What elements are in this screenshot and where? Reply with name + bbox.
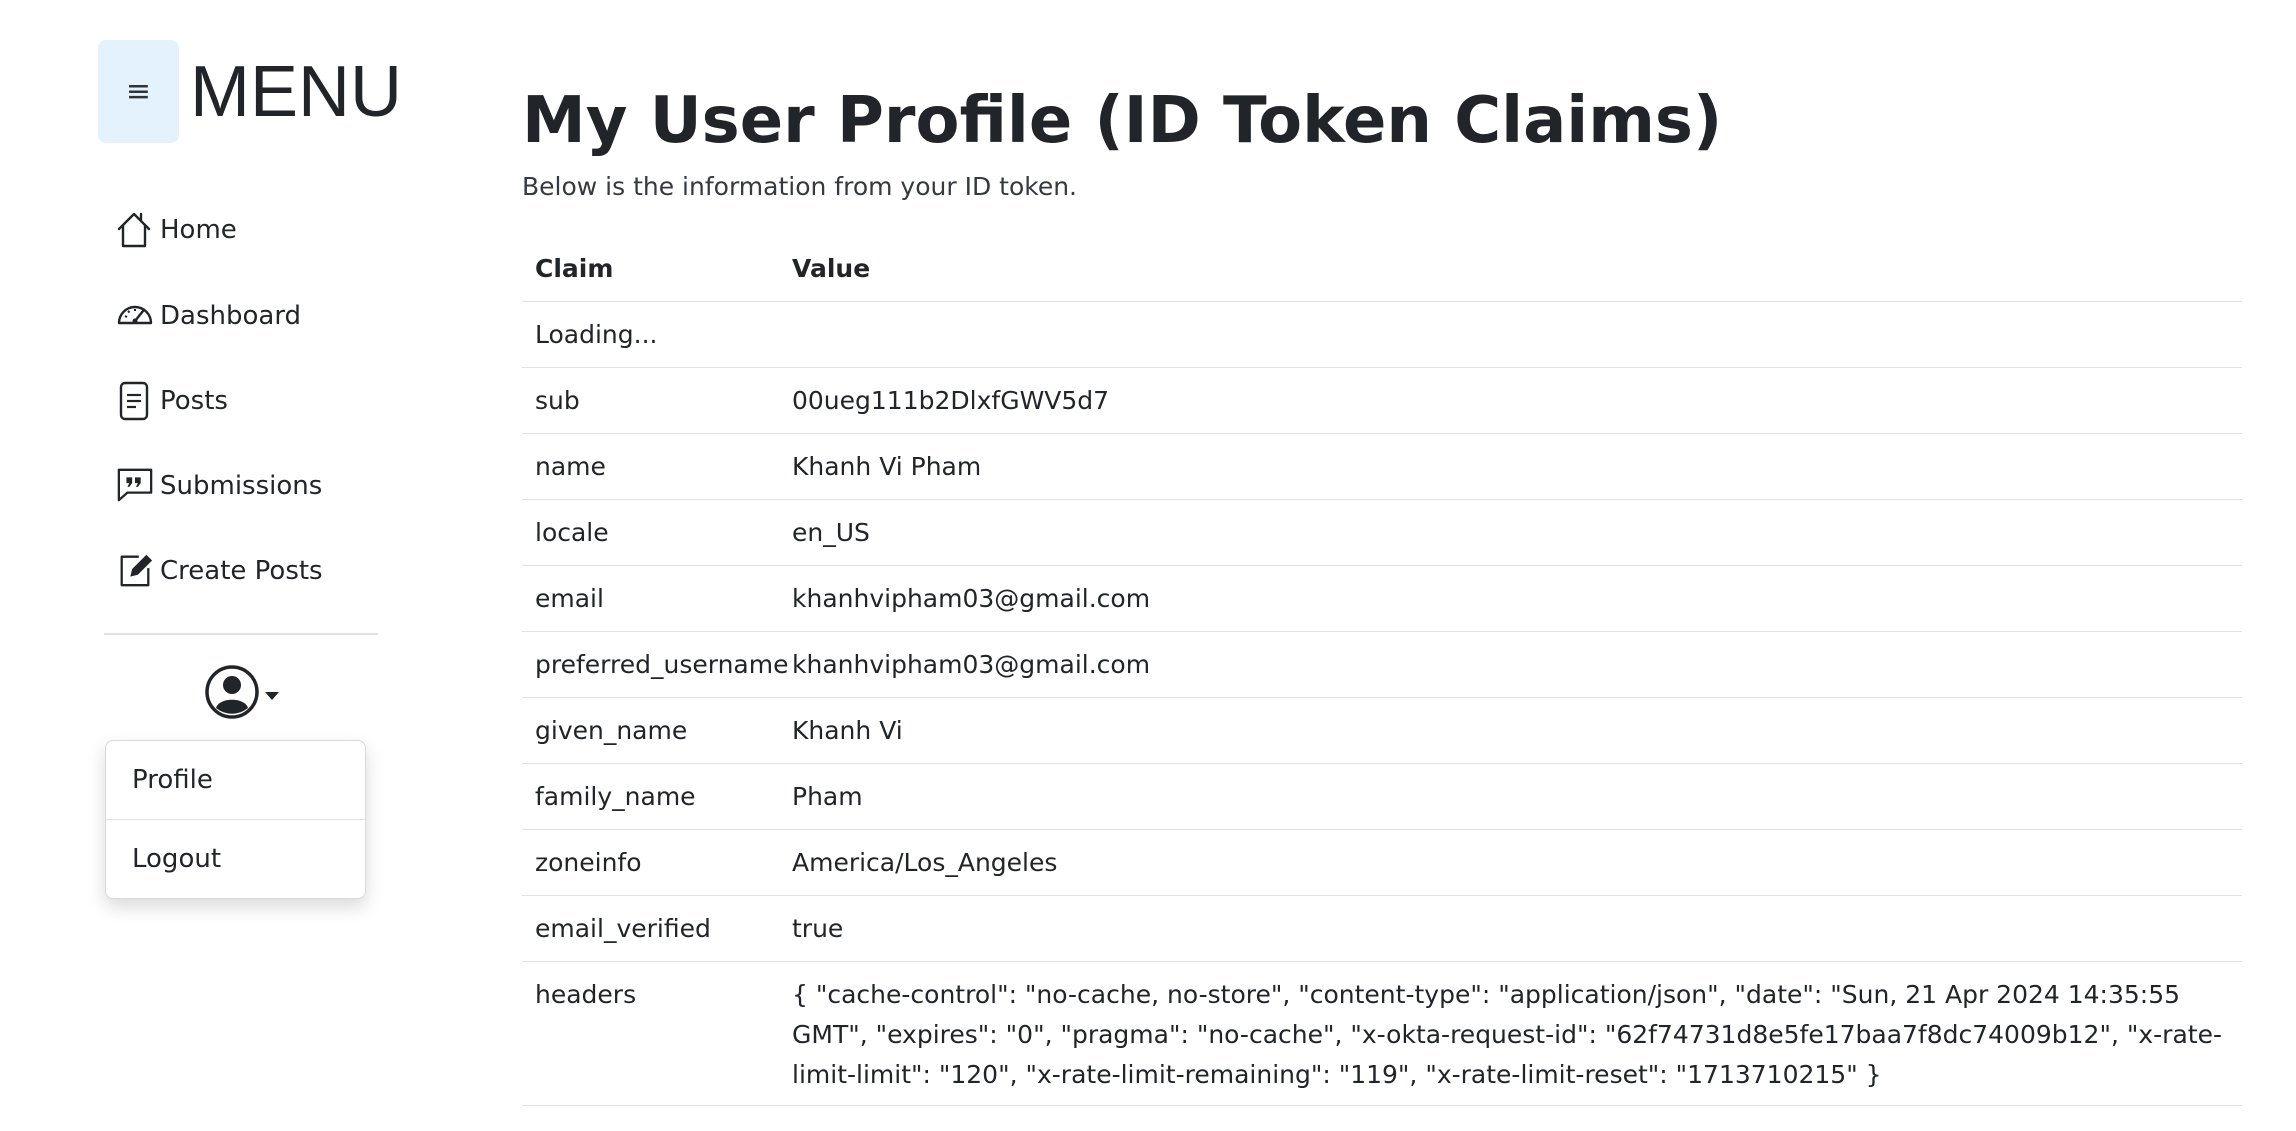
table-header-row: Claim Value xyxy=(522,236,2242,302)
column-header-value: Value xyxy=(792,254,871,283)
claim-name: locale xyxy=(535,518,609,547)
table-row: email khanhvipham03@gmail.com xyxy=(522,566,2242,632)
sidebar-item-label: Submissions xyxy=(160,471,323,501)
table-row: zoneinfo America/Los_Angeles xyxy=(522,830,2242,896)
claim-value: true xyxy=(792,914,844,943)
claim-name: zoneinfo xyxy=(535,848,642,877)
sidebar-item-dashboard[interactable]: Dashboard xyxy=(116,286,301,346)
table-row-loading: Loading... xyxy=(522,302,2242,368)
claim-name: given_name xyxy=(535,716,688,745)
table-row: family_name Pham xyxy=(522,764,2242,830)
sidebar: ≡ MENU Home Dashboard Posts Submissions … xyxy=(0,0,460,1131)
menu-toggle-button[interactable]: ≡ xyxy=(98,40,179,143)
column-header-claim: Claim xyxy=(535,254,614,283)
sidebar-item-submissions[interactable]: Submissions xyxy=(116,456,322,516)
speedometer-icon xyxy=(116,295,154,337)
sidebar-item-posts[interactable]: Posts xyxy=(116,371,228,431)
claim-name: sub xyxy=(535,386,580,415)
loading-text: Loading... xyxy=(535,320,658,349)
table-row: preferred_username khanhvipham03@gmail.c… xyxy=(522,632,2242,698)
menu-title: MENU xyxy=(190,52,402,132)
user-dropdown-menu: Profile Logout xyxy=(105,740,366,899)
table-row: email_verified true xyxy=(522,896,2242,962)
sidebar-item-create-posts[interactable]: Create Posts xyxy=(116,541,323,601)
claim-value: khanhvipham03@gmail.com xyxy=(792,584,1151,613)
claim-value: 00ueg111b2DlxfGWV5d7 xyxy=(792,386,1110,415)
claim-name: headers xyxy=(535,980,637,1009)
person-circle-icon xyxy=(203,663,261,725)
sidebar-item-label: Dashboard xyxy=(160,301,302,331)
sidebar-item-label: Create Posts xyxy=(160,556,323,586)
claim-name: preferred_username xyxy=(535,650,789,679)
claim-name: family_name xyxy=(535,782,696,811)
claim-value: America/Los_Angeles xyxy=(792,848,1058,877)
claim-name: email_verified xyxy=(535,914,711,943)
claim-value: Pham xyxy=(792,782,863,811)
hamburger-icon: ≡ xyxy=(125,74,152,109)
user-menu-toggle[interactable] xyxy=(203,664,283,724)
claim-name: email xyxy=(535,584,604,613)
sidebar-item-label: Posts xyxy=(160,386,228,416)
table-row: sub 00ueg111b2DlxfGWV5d7 xyxy=(522,368,2242,434)
pencil-square-icon xyxy=(116,550,154,592)
page-title: My User Profile (ID Token Claims) xyxy=(522,84,1723,158)
caret-down-icon xyxy=(264,687,280,706)
claim-value: Khanh Vi xyxy=(792,716,903,745)
page-subtitle: Below is the information from your ID to… xyxy=(522,172,1078,201)
dropdown-item-logout[interactable]: Logout xyxy=(106,820,365,898)
claim-value: khanhvipham03@gmail.com xyxy=(792,650,1151,679)
claim-value: Khanh Vi Pham xyxy=(792,452,982,481)
table-row: name Khanh Vi Pham xyxy=(522,434,2242,500)
sidebar-item-label: Home xyxy=(160,215,237,245)
claim-name: name xyxy=(535,452,606,481)
house-icon xyxy=(116,209,154,251)
table-row: headers { "cache-control": "no-cache, no… xyxy=(522,962,2242,1106)
chat-quote-icon xyxy=(116,465,154,507)
file-text-icon xyxy=(116,380,154,422)
table-row: locale en_US xyxy=(522,500,2242,566)
sidebar-item-home[interactable]: Home xyxy=(116,200,237,260)
claim-value: en_US xyxy=(792,518,870,547)
claim-value: { "cache-control": "no-cache, no-store",… xyxy=(792,980,2222,1089)
table-row: given_name Khanh Vi xyxy=(522,698,2242,764)
sidebar-divider xyxy=(104,633,378,635)
dropdown-item-profile[interactable]: Profile xyxy=(106,741,365,819)
